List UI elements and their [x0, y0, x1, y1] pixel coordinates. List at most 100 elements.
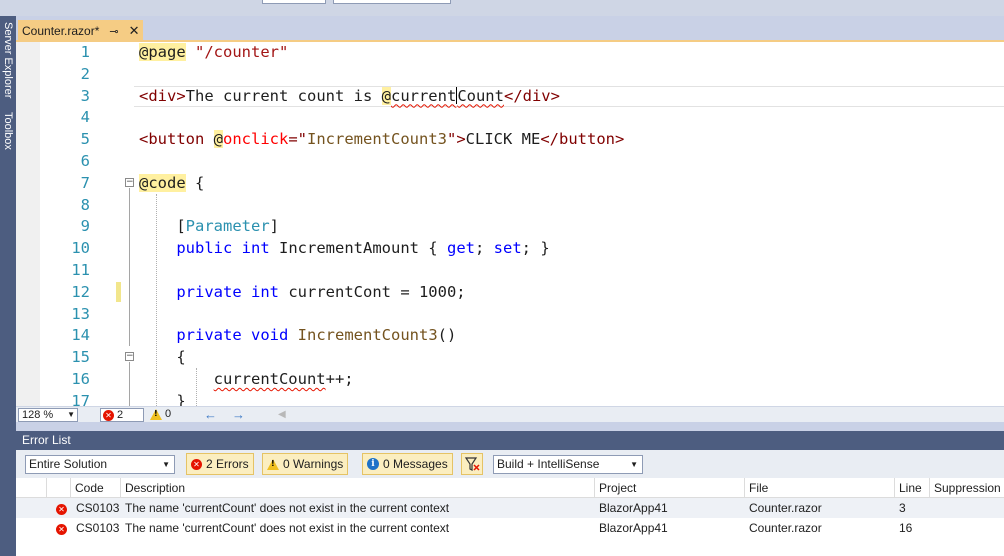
- ide-window: Server Explorer Toolbox Counter.razor* ⊸…: [0, 0, 1004, 556]
- column-header-file[interactable]: File: [744, 478, 894, 498]
- close-icon[interactable]: ✕: [129, 23, 140, 39]
- code-token: ">: [447, 130, 466, 149]
- editor-status-bar: 128 % ▼ ✕ 2 0 ← → ◀: [16, 406, 1004, 422]
- code-line[interactable]: 9 [Parameter]: [16, 216, 1004, 238]
- error-indicator[interactable]: ✕ 2: [100, 408, 144, 422]
- warning-indicator[interactable]: 0: [150, 408, 171, 420]
- chevron-down-icon: ▼: [67, 410, 75, 419]
- filter-toggle-button[interactable]: [461, 453, 483, 475]
- zoom-dropdown[interactable]: 128 % ▼: [18, 408, 78, 422]
- code-token: </div>: [503, 86, 560, 105]
- errors-filter-label: 2 Errors: [206, 457, 249, 471]
- code-token: }: [139, 391, 186, 406]
- column-header-line[interactable]: Line: [894, 478, 929, 498]
- code-token: Count: [457, 86, 504, 105]
- build-filter-dropdown[interactable]: Build + IntelliSense ▼: [493, 455, 643, 474]
- code-line[interactable]: 7 @code {: [16, 173, 1004, 195]
- code-text: @code {: [139, 173, 204, 195]
- code-token: @code: [139, 173, 186, 192]
- code-token: CLICK ME: [465, 130, 541, 149]
- warnings-filter-button[interactable]: 0 Warnings: [262, 453, 349, 475]
- pane-splitter[interactable]: [16, 422, 1004, 431]
- horizontal-scrollbar[interactable]: [298, 411, 998, 419]
- code-line[interactable]: 12 private int currentCont = 1000;: [16, 282, 1004, 304]
- line-number: 12: [71, 282, 90, 301]
- column-header-suppressed[interactable]: [46, 478, 70, 498]
- code-token: (): [437, 326, 457, 345]
- next-issue-icon[interactable]: →: [232, 407, 245, 422]
- code-line[interactable]: 4: [16, 107, 1004, 129]
- table-row[interactable]: ✕ CS0103 The name 'currentCount' does no…: [16, 498, 1004, 518]
- code-text: private void IncrementCount3(): [139, 325, 456, 347]
- code-token: current: [390, 86, 457, 105]
- code-text: public int IncrementAmount { get; set; }: [139, 238, 549, 260]
- messages-filter-button[interactable]: i 0 Messages: [362, 453, 453, 475]
- top-toolbar: [0, 0, 1004, 16]
- code-line[interactable]: 14 private void IncrementCount3(): [16, 325, 1004, 347]
- code-line[interactable]: 1 @page "/counter": [16, 42, 1004, 64]
- code-line[interactable]: 5 <button @onclick="IncrementCount3">CLIC…: [16, 129, 1004, 151]
- table-header: Code Description Project File Line Suppr…: [16, 478, 1004, 498]
- code-line[interactable]: 8: [16, 195, 1004, 217]
- code-token: @: [381, 86, 391, 105]
- column-header-severity[interactable]: [16, 478, 46, 498]
- column-header-project[interactable]: Project: [594, 478, 744, 498]
- line-number: 2: [80, 64, 90, 83]
- code-line[interactable]: 11: [16, 260, 1004, 282]
- code-line[interactable]: 10 public int IncrementAmount { get; set…: [16, 238, 1004, 260]
- row-file: Counter.razor: [749, 501, 822, 515]
- tab-counter-razor[interactable]: Counter.razor* ⊸ ✕: [18, 20, 143, 42]
- line-number: 9: [80, 217, 90, 236]
- scope-value: Entire Solution: [29, 457, 108, 471]
- chevron-down-icon: ▼: [630, 460, 638, 469]
- toolbox-tab[interactable]: Toolbox: [2, 112, 14, 150]
- line-number: 10: [71, 239, 90, 258]
- messages-filter-label: 0 Messages: [383, 457, 448, 471]
- code-line[interactable]: 3 <div>The current count is @currentCount…: [16, 86, 1004, 108]
- error-icon: ✕: [52, 518, 67, 538]
- server-explorer-tab[interactable]: Server Explorer: [2, 22, 14, 98]
- column-header-code[interactable]: Code: [70, 478, 120, 498]
- code-token: ;: [474, 239, 494, 258]
- code-token: =": [288, 130, 308, 149]
- code-editor[interactable]: − − 1 @page "/counter" 2 3 <div>The current …: [16, 42, 1004, 406]
- code-token: int: [241, 239, 270, 258]
- line-number: 16: [71, 370, 90, 388]
- table-row[interactable]: ✕ CS0103 The name 'currentCount' does no…: [16, 518, 1004, 538]
- previous-issue-icon[interactable]: ←: [204, 407, 217, 422]
- pin-icon[interactable]: ⊸: [109, 25, 118, 38]
- error-icon: ✕: [103, 409, 114, 421]
- row-description: The name 'currentCount' does not exist i…: [125, 521, 450, 535]
- funnel-icon: [464, 457, 480, 471]
- code-token: currentCont = 1000;: [279, 282, 466, 301]
- warning-icon: [267, 458, 279, 470]
- code-token: IncrementCount3: [297, 326, 438, 345]
- code-line[interactable]: 16 currentCount++;: [16, 369, 1004, 391]
- build-filter-value: Build + IntelliSense: [497, 457, 600, 471]
- code-token: void: [251, 326, 289, 345]
- toolbar-dropdown[interactable]: [262, 0, 326, 4]
- code-token: currentCount: [213, 370, 326, 388]
- errors-filter-button[interactable]: ✕ 2 Errors: [186, 453, 254, 475]
- toolbar-dropdown[interactable]: [333, 0, 451, 4]
- warnings-filter-label: 0 Warnings: [283, 457, 344, 471]
- chevron-down-icon: ▼: [162, 460, 170, 469]
- code-line[interactable]: 6: [16, 151, 1004, 173]
- code-token: private: [176, 326, 242, 345]
- scroll-left-icon[interactable]: ◀: [278, 409, 286, 420]
- code-token: IncrementCount3: [307, 130, 447, 149]
- row-project: BlazorApp41: [599, 501, 668, 515]
- code-line[interactable]: 2: [16, 64, 1004, 86]
- code-token: [: [139, 217, 186, 236]
- warning-count: 0: [165, 408, 172, 420]
- code-line[interactable]: 15 {: [16, 347, 1004, 369]
- column-header-suppression-state[interactable]: Suppression S: [929, 478, 1004, 498]
- scope-dropdown[interactable]: Entire Solution ▼: [25, 455, 175, 474]
- row-project: BlazorApp41: [599, 521, 668, 535]
- code-line[interactable]: 13: [16, 304, 1004, 326]
- column-header-description[interactable]: Description: [120, 478, 594, 498]
- code-line[interactable]: 17 }: [16, 391, 1004, 406]
- code-text: currentCount++;: [139, 369, 354, 391]
